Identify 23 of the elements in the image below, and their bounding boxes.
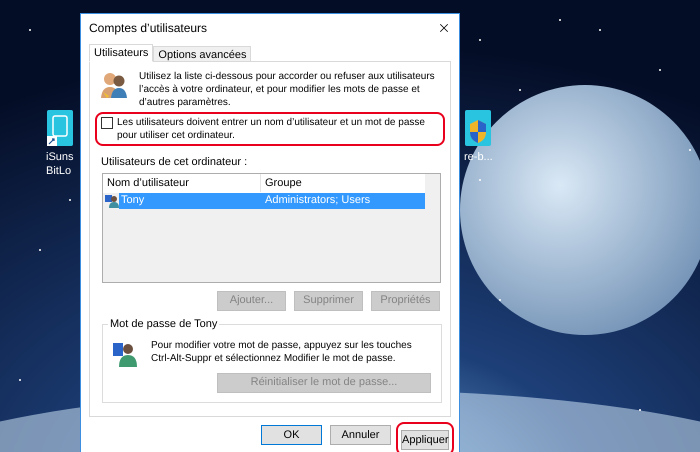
table-cell-text: Administrators; Users [264, 193, 370, 208]
tab[interactable]: Utilisateurs [89, 44, 154, 62]
group-title: Mot de passe de Tony [108, 316, 220, 330]
window-title: Comptes d’utilisateurs [89, 20, 208, 36]
tab[interactable]: Options avancées [153, 46, 252, 62]
password-help-text: Pour modifier votre mot de passe, appuyez sur les touches Ctrl-Alt-Suppr et sélectionnez Modifier le mot de passe. [151, 338, 413, 366]
intro-text: Utilisez la liste ci-dessous pour accorder ou refuser aux utilisateurs l’accès à votre ordinateur, et pour modifier les mots de passe et d’autres paramètres. [139, 70, 436, 109]
section-label: Utilisateurs de cet ordinateur : [101, 155, 248, 170]
user-icon [105, 194, 119, 208]
button[interactable]: OK [261, 425, 322, 445]
users-icon [99, 70, 129, 100]
desktop-icon-label: iSuns [46, 150, 74, 164]
button[interactable]: Appliquer [401, 430, 449, 450]
column-header[interactable]: Groupe [261, 174, 425, 192]
checkbox[interactable] [101, 117, 113, 129]
checkbox-label: Les utilisateurs doivent entrer un nom d’utilisateur et un mot de passe pour utiliser cet ordinateur. [117, 116, 426, 142]
drive-icon[interactable] [46, 110, 73, 146]
column-header[interactable]: Nom d’utilisateur [103, 174, 261, 192]
shield-icon[interactable] [465, 110, 492, 146]
user-icon [113, 340, 139, 366]
desktop-icon-label: BitLo [46, 164, 72, 178]
table-cell-text: Tony [120, 193, 146, 208]
button[interactable]: Annuler [330, 425, 391, 445]
